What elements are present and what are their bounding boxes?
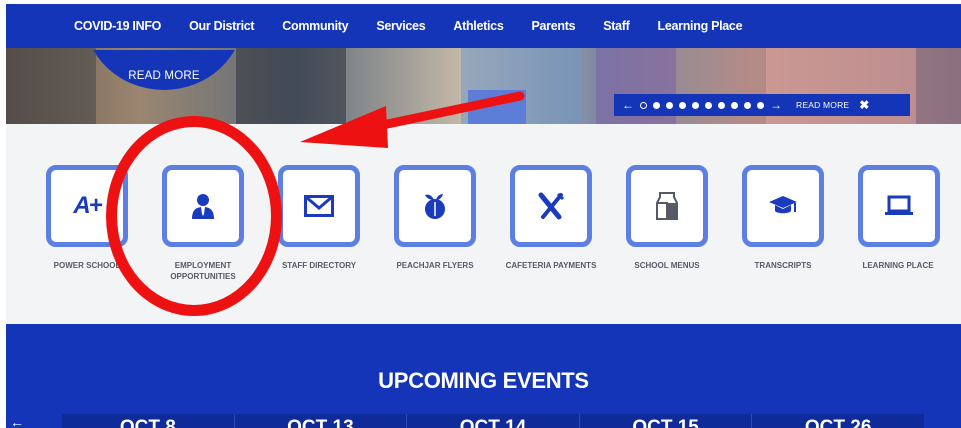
scroll-down-button[interactable]: ↓ [468,90,526,124]
power-school-icon: A+ [73,192,102,219]
quick-link-learning-place[interactable] [858,165,940,247]
slider-read-more[interactable]: READ MORE [796,100,849,110]
nav-staff[interactable]: Staff [603,19,630,33]
events-prev-icon[interactable]: ← [10,414,24,428]
nav-parents[interactable]: Parents [531,19,575,33]
read-more-circle-label: READ MORE [128,70,200,82]
arrow-down-icon: ↓ [493,93,501,108]
quick-link-label: SCHOOL MENUS [634,261,700,270]
nav-community[interactable]: Community [282,19,348,33]
person-icon [167,170,239,242]
quick-link-employment-opportunities[interactable] [162,165,244,247]
event-date[interactable]: OCT 13 [235,414,408,428]
slider-next-icon[interactable]: → [770,98,782,112]
event-date[interactable]: OCT 8 [62,414,235,428]
slider-controls: ← → READ MORE ✖ [614,94,910,116]
slider-dot[interactable] [744,101,751,109]
slider-dot[interactable] [653,101,660,109]
slider-prev-icon[interactable]: ← [622,98,634,112]
main-nav: COVID-19 INFO Our District Community Ser… [6,4,961,48]
quick-link-peachjar-flyers[interactable] [394,165,476,247]
event-date[interactable]: OCT 26 [752,414,924,428]
quick-link-label: CAFETERIA PAYMENTS [505,261,597,270]
fork-knife-icon [515,170,587,242]
nav-learning-place[interactable]: Learning Place [658,19,743,33]
nav-services[interactable]: Services [376,19,425,33]
slider-dot[interactable] [640,101,647,109]
quick-link-school-menus[interactable] [626,165,708,247]
quick-link-cafeteria-payments[interactable] [510,165,592,247]
graduation-cap-icon [747,170,819,242]
slider-dot[interactable] [666,101,673,109]
peach-icon [399,170,471,242]
slider-dot[interactable] [705,101,712,109]
event-date[interactable]: OCT 15 [580,414,753,428]
envelope-icon [283,170,355,242]
quick-link-label: TRANSCRIPTS [754,261,812,270]
close-icon[interactable]: ✖ [859,98,869,112]
quick-link-label: PEACHJAR FLYERS [396,261,474,270]
slider-dot[interactable] [679,101,686,109]
slider-dot[interactable] [757,101,764,109]
slider-dot[interactable] [731,101,738,109]
slider-dot[interactable] [718,101,725,109]
nav-covid-info[interactable]: COVID-19 INFO [74,19,161,33]
nav-athletics[interactable]: Athletics [453,19,503,33]
quick-link-power-school[interactable]: A+ [46,165,128,247]
event-date[interactable]: OCT 14 [407,414,580,428]
quick-link-transcripts[interactable] [742,165,824,247]
events-date-strip: OCT 8 OCT 13 OCT 14 OCT 15 OCT 26 [62,414,924,428]
nav-our-district[interactable]: Our District [189,19,254,33]
milk-carton-icon [631,170,703,242]
quick-link-staff-directory[interactable] [278,165,360,247]
quick-link-label: EMPLOYMENT OPPORTUNITIES [170,261,236,281]
quick-link-label: STAFF DIRECTORY [281,261,357,270]
laptop-icon [863,170,935,242]
quick-link-label: POWER SCHOOL [53,261,121,270]
quick-link-label: LEARNING PLACE [862,261,934,270]
slider-dot[interactable] [692,101,699,109]
events-title: UPCOMING EVENTS [378,368,589,393]
